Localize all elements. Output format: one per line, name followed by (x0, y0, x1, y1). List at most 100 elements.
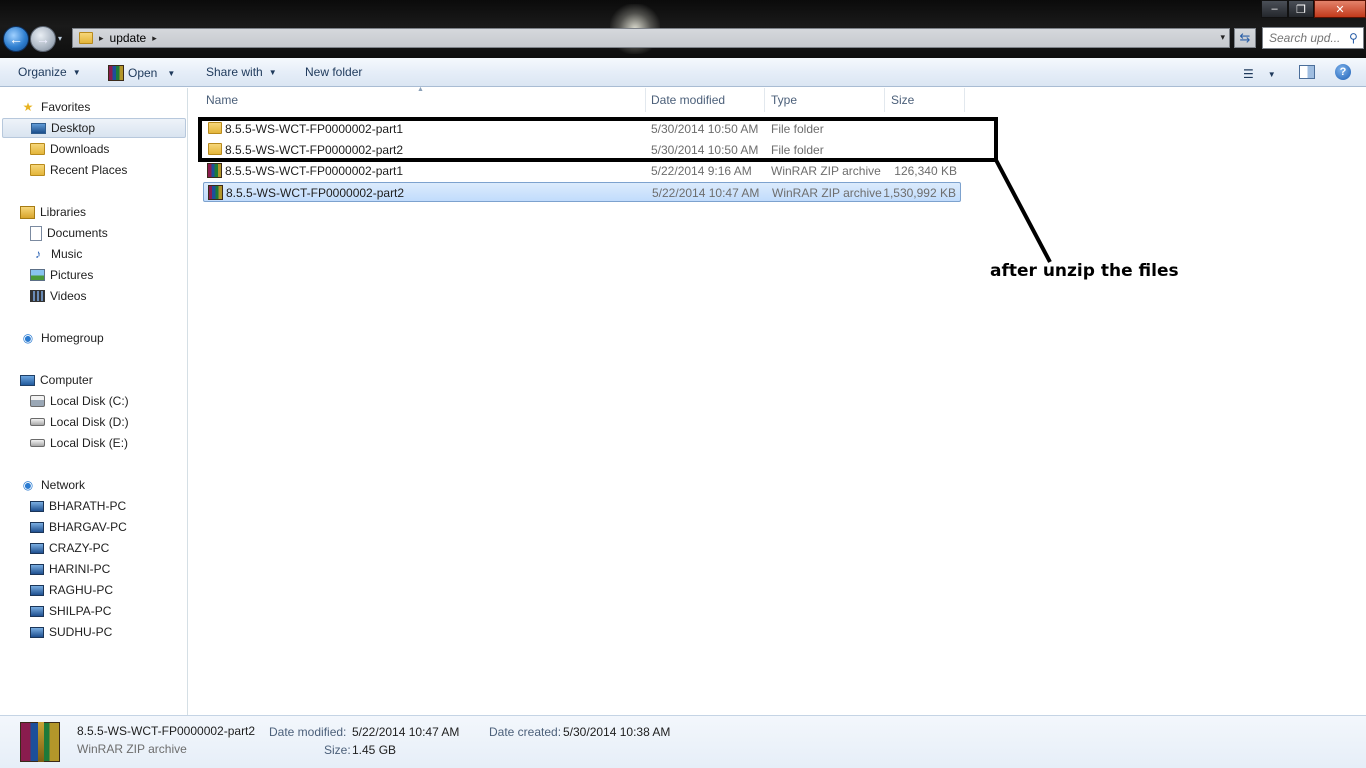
downloads-folder-icon (30, 143, 45, 155)
nav-downloads[interactable]: Downloads (30, 139, 109, 159)
file-row[interactable]: 8.5.5-WS-WCT-FP0000002-part1 5/22/2014 9… (203, 161, 961, 181)
network-icon: ◉ (22, 478, 34, 492)
winrar-archive-icon (208, 185, 223, 200)
nav-pictures[interactable]: Pictures (30, 265, 93, 285)
libraries-icon (20, 205, 35, 219)
chevron-down-icon[interactable]: ▼ (167, 69, 175, 78)
chevron-down-icon[interactable]: ▼ (1268, 70, 1276, 79)
nav-documents[interactable]: Documents (30, 223, 108, 243)
nav-label: Local Disk (D:) (50, 415, 129, 429)
nav-label: Libraries (40, 205, 87, 219)
forward-button[interactable]: → (30, 26, 56, 52)
details-modified-value: 5/22/2014 10:47 AM (352, 725, 460, 739)
column-header-size[interactable]: Size (885, 88, 965, 112)
file-list: Name ▲ Date modified Type Size 8.5.5-WS-… (189, 86, 1366, 715)
network-computer-icon (30, 521, 44, 533)
search-box[interactable]: ⚲ (1262, 27, 1364, 49)
nav-label: Network (41, 478, 86, 492)
organize-button[interactable]: Organize ▼ (18, 65, 81, 79)
nav-network-pc[interactable]: BHARATH-PC (30, 496, 126, 516)
desktop-icon (31, 122, 46, 134)
nav-network-pc[interactable]: BHARGAV-PC (30, 517, 127, 537)
sort-ascending-icon: ▲ (417, 86, 424, 93)
winrar-icon (108, 65, 124, 81)
network-computer-icon (30, 542, 44, 554)
nav-computer[interactable]: Computer (20, 370, 93, 390)
file-date: 5/22/2014 10:47 AM (652, 186, 760, 200)
share-with-button[interactable]: Share with ▼ (206, 65, 277, 79)
command-bar: Organize ▼ Open ▼ Share with ▼ New folde… (0, 58, 1366, 87)
nav-label: BHARATH-PC (49, 499, 127, 513)
nav-favorites[interactable]: ★ Favorites (20, 97, 91, 117)
column-header-date-modified[interactable]: Date modified (645, 88, 765, 112)
nav-network-pc[interactable]: SHILPA-PC (30, 601, 111, 621)
winrar-archive-icon (207, 163, 222, 178)
nav-disk-e[interactable]: Local Disk (E:) (30, 433, 128, 453)
breadcrumb-separator-icon[interactable]: ▸ (152, 33, 157, 44)
nav-disk-d[interactable]: Local Disk (D:) (30, 412, 129, 432)
title-bar: – ❐ ✕ ← → ▾ ▸ update ▸ ▾ ⇆ ⚲ (0, 0, 1366, 58)
nav-label: Music (51, 247, 83, 261)
nav-label: BHARGAV-PC (49, 520, 127, 534)
back-button[interactable]: ← (3, 26, 29, 52)
new-folder-button[interactable]: New folder (305, 65, 362, 79)
details-file-name: 8.5.5-WS-WCT-FP0000002-part2 (77, 724, 256, 738)
minimize-button[interactable]: – (1261, 0, 1288, 18)
open-label: Open (128, 66, 158, 80)
details-pane: 8.5.5-WS-WCT-FP0000002-part2 WinRAR ZIP … (0, 715, 1366, 768)
nav-music[interactable]: ♪ Music (30, 244, 82, 264)
nav-label: Favorites (41, 100, 91, 114)
chevron-down-icon: ▼ (72, 67, 81, 77)
nav-homegroup[interactable]: ◉ Homegroup (20, 328, 104, 348)
address-dropdown-icon[interactable]: ▾ (1220, 32, 1225, 43)
nav-recent-places[interactable]: Recent Places (30, 160, 127, 180)
recent-pages-dropdown[interactable]: ▾ (58, 34, 62, 43)
chevron-down-icon: ▼ (268, 67, 277, 77)
nav-label: Computer (40, 373, 93, 387)
network-computer-icon (30, 626, 44, 638)
close-button[interactable]: ✕ (1314, 0, 1366, 18)
details-view-icon: ☰ (1243, 67, 1254, 81)
search-icon[interactable]: ⚲ (1349, 31, 1358, 45)
details-size-label: Size: (324, 743, 351, 757)
help-icon[interactable]: ? (1335, 64, 1351, 80)
file-name: 8.5.5-WS-WCT-FP0000002-part1 (225, 164, 404, 178)
change-view-button[interactable]: ☰ ▼ (1243, 67, 1276, 81)
nav-label: Documents (47, 226, 108, 240)
details-file-type: WinRAR ZIP archive (77, 742, 187, 756)
nav-libraries[interactable]: Libraries (20, 202, 86, 222)
details-modified-label: Date modified: (269, 725, 347, 739)
nav-desktop[interactable]: Desktop (2, 118, 186, 138)
maximize-button[interactable]: ❐ (1288, 0, 1314, 18)
recent-places-icon (30, 164, 45, 176)
nav-network-pc[interactable]: RAGHU-PC (30, 580, 113, 600)
nav-network-pc[interactable]: SUDHU-PC (30, 622, 112, 642)
music-icon: ♪ (35, 247, 41, 261)
refresh-button[interactable]: ⇆ (1234, 28, 1256, 48)
nav-videos[interactable]: Videos (30, 286, 86, 306)
nav-label: Pictures (50, 268, 94, 282)
nav-label: SHILPA-PC (49, 604, 112, 618)
network-computer-icon (30, 563, 44, 575)
nav-label: RAGHU-PC (49, 583, 114, 597)
breadcrumb-update[interactable]: update (110, 31, 147, 45)
breadcrumb-separator-icon[interactable]: ▸ (99, 33, 104, 44)
videos-icon (30, 290, 45, 302)
network-computer-icon (30, 500, 44, 512)
file-row-selected[interactable]: 8.5.5-WS-WCT-FP0000002-part2 5/22/2014 1… (203, 182, 961, 202)
drive-icon (30, 439, 45, 447)
search-input[interactable] (1269, 31, 1347, 45)
nav-network-pc[interactable]: CRAZY-PC (30, 538, 109, 558)
preview-pane-icon[interactable] (1299, 65, 1315, 79)
file-type: WinRAR ZIP archive (772, 186, 882, 200)
nav-network[interactable]: ◉ Network (20, 475, 85, 495)
nav-label: Local Disk (C:) (50, 394, 129, 408)
open-button[interactable]: Open ▼ (108, 65, 175, 81)
nav-disk-c[interactable]: Local Disk (C:) (30, 391, 129, 411)
column-header-type[interactable]: Type (765, 88, 885, 112)
address-bar[interactable]: ▸ update ▸ ▾ (72, 28, 1230, 48)
column-headers: Name ▲ Date modified Type Size (189, 86, 965, 112)
arrow-left-icon: ← (9, 31, 23, 47)
nav-label: Recent Places (50, 163, 128, 177)
nav-network-pc[interactable]: HARINI-PC (30, 559, 110, 579)
